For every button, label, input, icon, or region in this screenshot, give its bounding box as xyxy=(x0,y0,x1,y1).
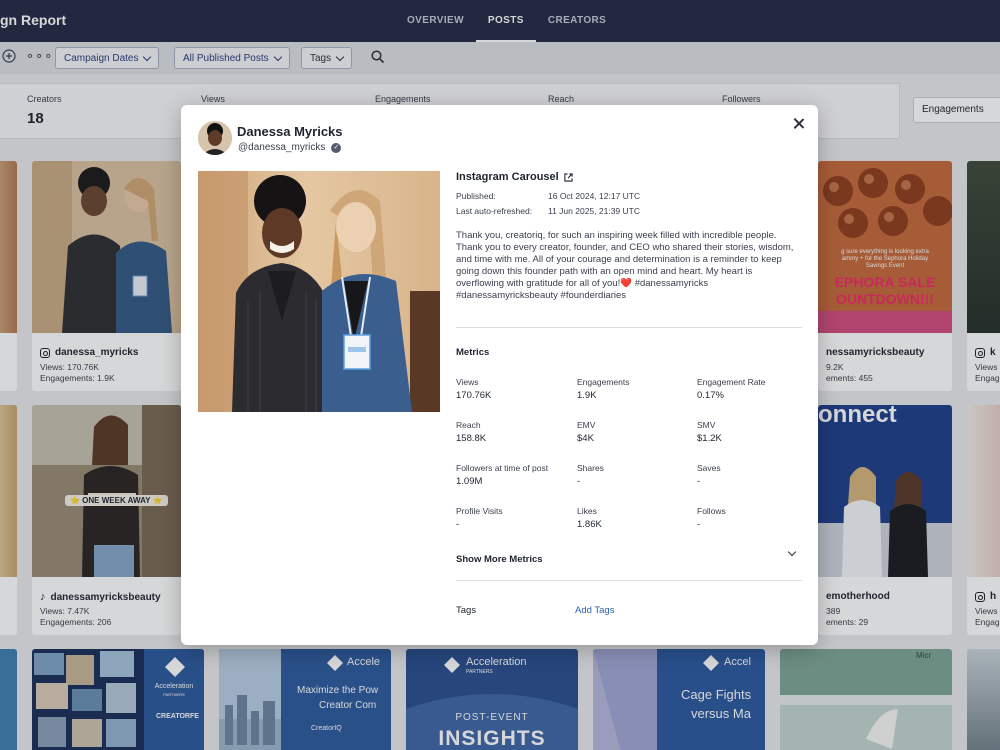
post-image[interactable] xyxy=(198,171,440,412)
metric-followers: Followers at time of post 1.09M xyxy=(456,463,549,487)
metric-profile-visits: Profile Visits - xyxy=(456,506,503,530)
tags-label: Tags xyxy=(456,605,477,616)
post-info-panel: Instagram Carousel Published: 16 Oct 202… xyxy=(456,171,802,302)
add-tags-link[interactable]: Add Tags xyxy=(575,605,614,616)
avatar xyxy=(198,121,232,155)
divider xyxy=(456,580,802,581)
show-more-metrics-toggle[interactable]: Show More Metrics xyxy=(456,547,802,565)
metric-likes: Likes 1.86K xyxy=(577,506,602,530)
post-type-row[interactable]: Instagram Carousel xyxy=(456,171,802,183)
metric-smv: SMV $1.2K xyxy=(697,420,722,444)
post-type-label: Instagram Carousel xyxy=(456,171,559,183)
published-row: Published: 16 Oct 2024, 12:17 UTC xyxy=(456,191,802,201)
divider xyxy=(456,327,802,328)
metric-engagement-rate: Engagement Rate 0.17% xyxy=(697,377,766,401)
post-detail-modal: Danessa Myricks @danessa_myricks ✓ Insta… xyxy=(181,105,818,645)
metric-reach: Reach 158.8K xyxy=(456,420,487,444)
external-link-icon[interactable] xyxy=(564,172,573,182)
post-caption: Thank you, creatoriq, for such an inspir… xyxy=(456,230,794,301)
creator-handle[interactable]: @danessa_myricks xyxy=(238,142,325,153)
metric-saves: Saves - xyxy=(697,463,721,487)
show-more-metrics-label: Show More Metrics xyxy=(456,554,543,565)
metric-shares: Shares - xyxy=(577,463,604,487)
verified-icon: ✓ xyxy=(331,142,342,153)
close-icon[interactable] xyxy=(791,116,807,132)
creator-handle-row: @danessa_myricks ✓ xyxy=(238,142,342,153)
metric-emv: EMV $4K xyxy=(577,420,596,444)
metric-engagements: Engagements 1.9K xyxy=(577,377,630,401)
metrics-title: Metrics xyxy=(456,347,490,358)
metric-follows: Follows - xyxy=(697,506,726,530)
published-label: Published: xyxy=(456,191,496,201)
refreshed-label: Last auto-refreshed: xyxy=(456,206,533,216)
published-value: 16 Oct 2024, 12:17 UTC xyxy=(548,191,641,201)
refreshed-row: Last auto-refreshed: 11 Jun 2025, 21:39 … xyxy=(456,206,802,216)
refreshed-value: 11 Jun 2025, 21:39 UTC xyxy=(548,206,640,216)
chevron-down-icon xyxy=(787,547,797,557)
creator-name[interactable]: Danessa Myricks xyxy=(237,124,343,139)
metric-views: Views 170.76K xyxy=(456,377,492,401)
